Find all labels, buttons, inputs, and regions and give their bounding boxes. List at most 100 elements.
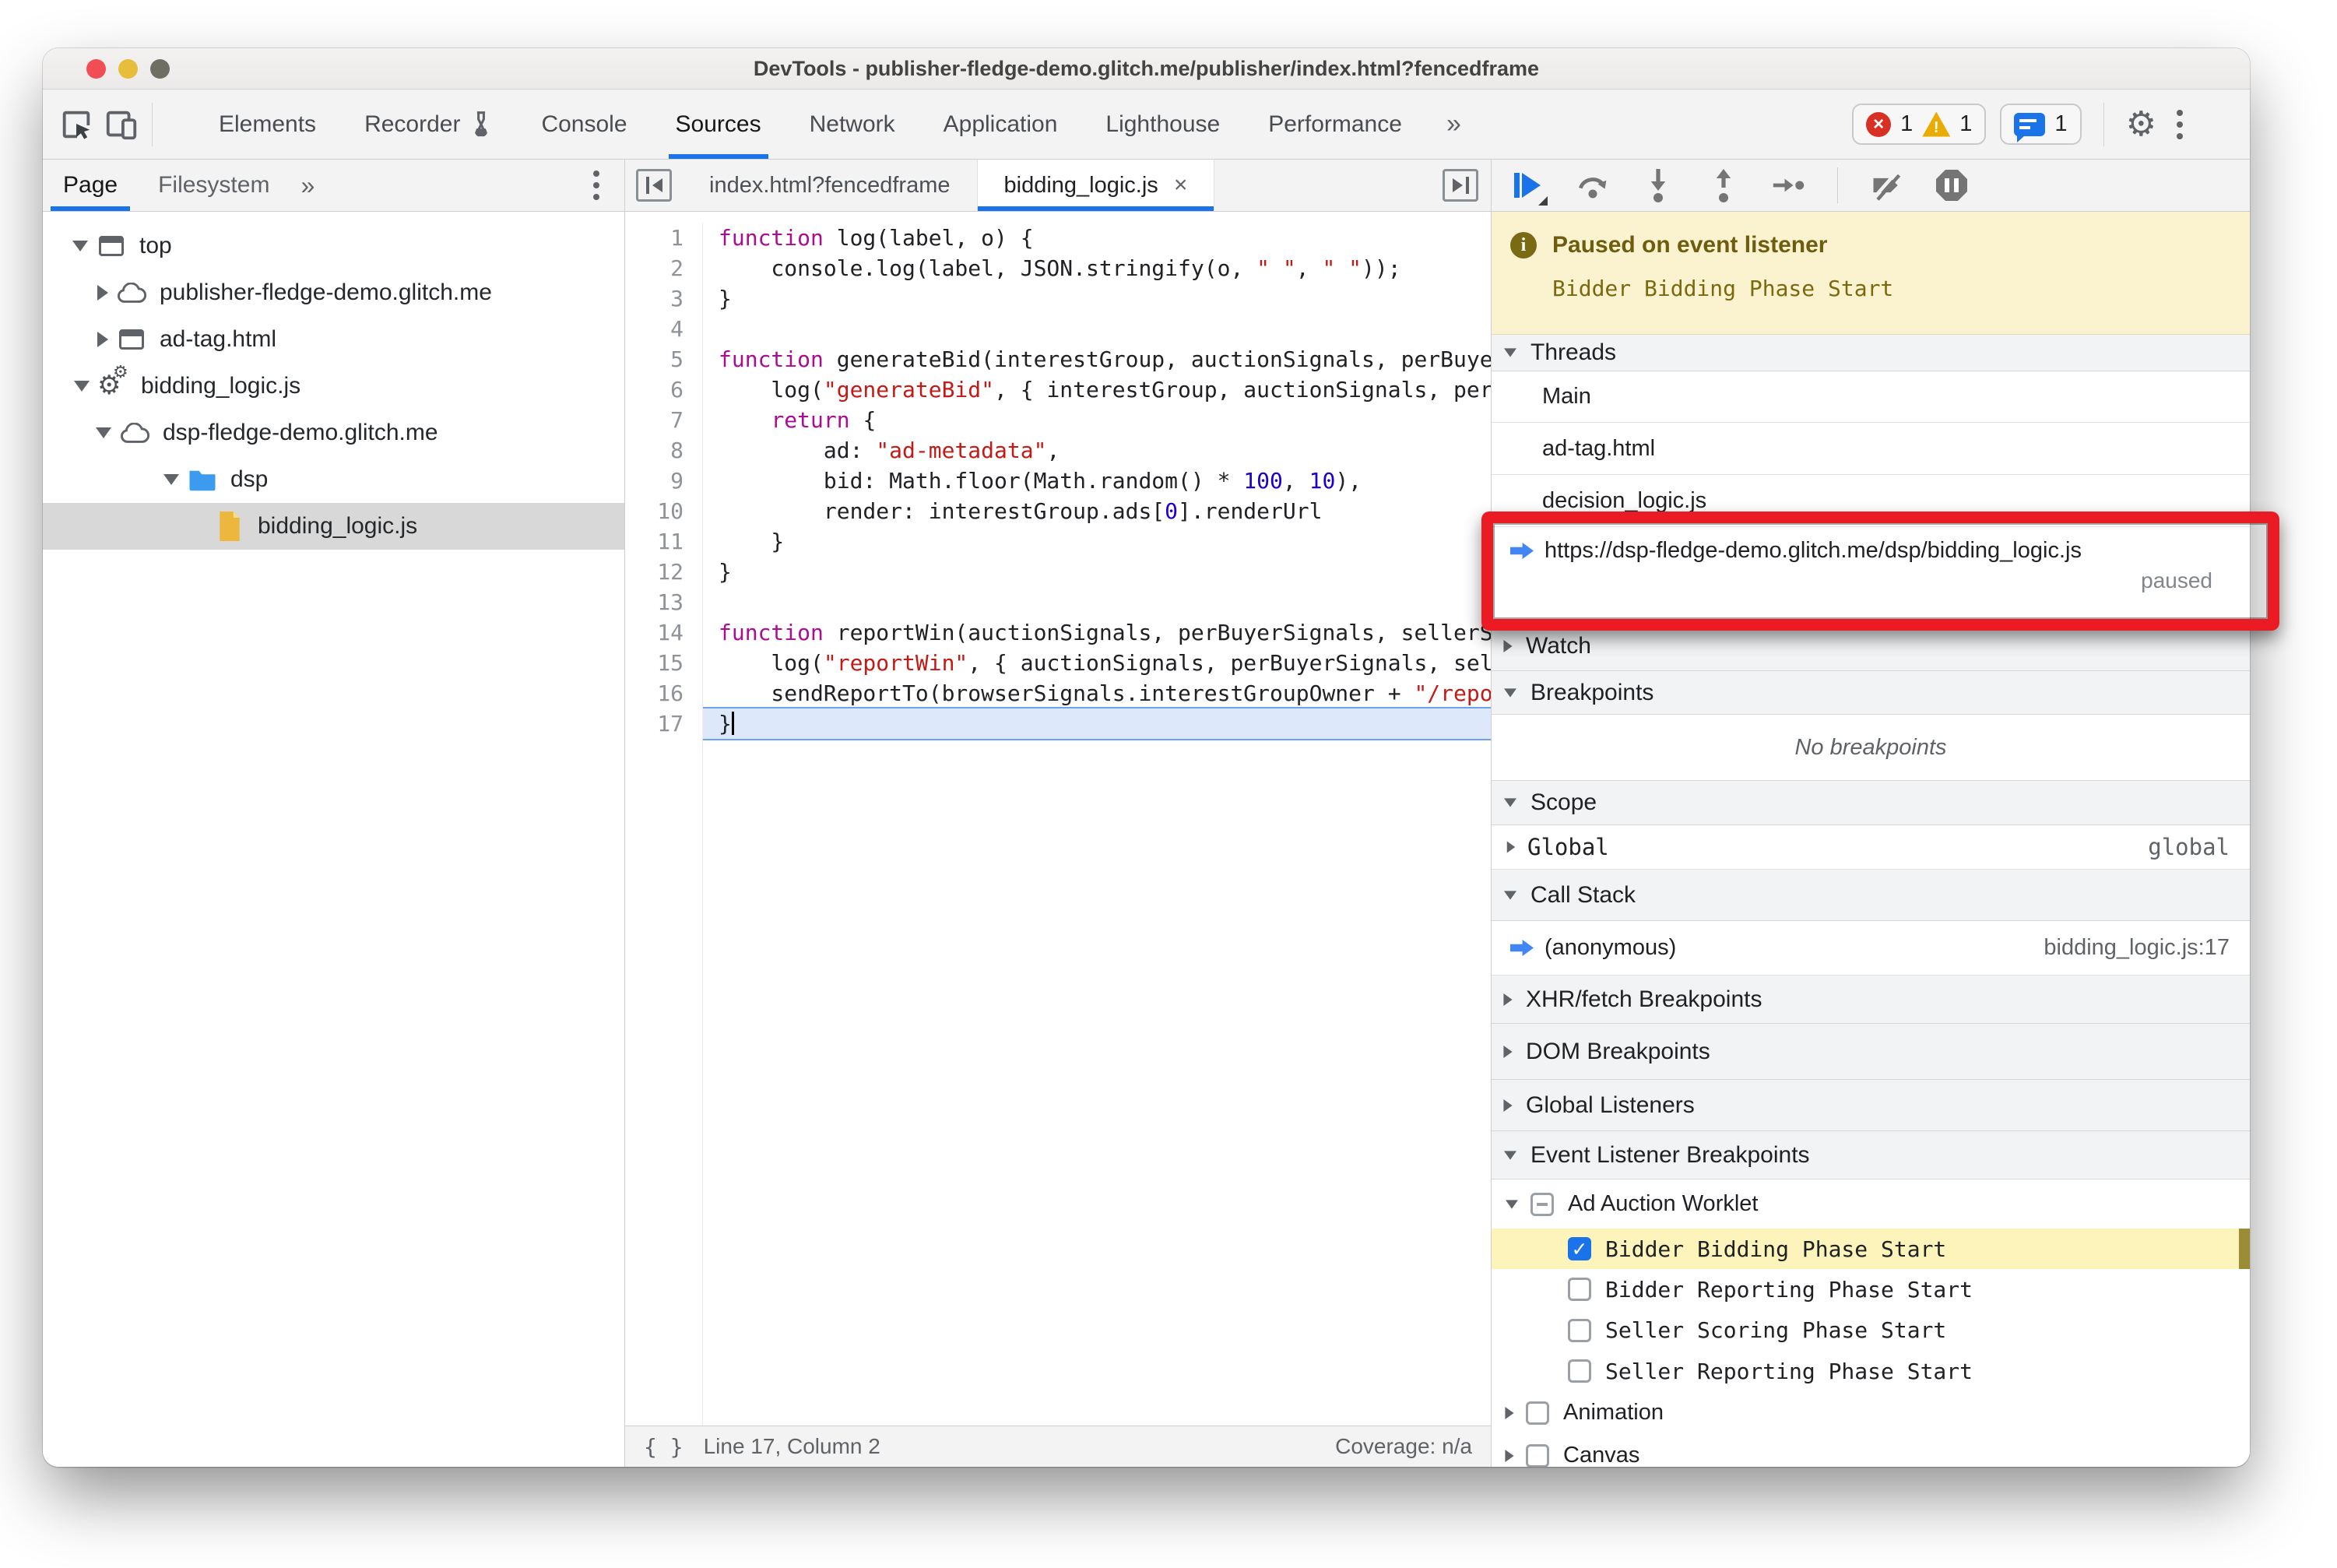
scope-section-header[interactable]: Scope: [1492, 781, 2250, 825]
line-number[interactable]: 7: [625, 405, 684, 435]
line-number[interactable]: 2: [625, 253, 684, 283]
xhr-breakpoints-section-header[interactable]: XHR/fetch Breakpoints: [1492, 976, 2250, 1024]
global-listeners-section-header[interactable]: Global Listeners: [1492, 1080, 2250, 1131]
thread-item-decision-logic[interactable]: decision_logic.js: [1492, 475, 2250, 527]
collapsed-caret-icon[interactable]: [97, 332, 108, 347]
expanded-caret-icon[interactable]: [96, 427, 111, 438]
call-stack-frame[interactable]: (anonymous) bidding_logic.js:17: [1492, 921, 2250, 976]
unchecked-checkbox-icon[interactable]: [1568, 1278, 1591, 1301]
elb-group-ad-auction-worklet[interactable]: Ad Auction Worklet: [1492, 1180, 2250, 1229]
code-line[interactable]: log("reportWin", { auctionSignals, perBu…: [719, 648, 1491, 678]
tree-item-top[interactable]: top: [43, 223, 624, 269]
unchecked-checkbox-icon[interactable]: [1526, 1401, 1549, 1425]
watch-section-header[interactable]: Watch: [1492, 621, 2250, 671]
breakpoints-section-header[interactable]: Breakpoints: [1492, 671, 2250, 715]
messages-badge[interactable]: 1: [2000, 104, 2082, 145]
tab-network[interactable]: Network: [785, 90, 919, 159]
tab-lighthouse[interactable]: Lighthouse: [1081, 90, 1244, 159]
inspect-element-button[interactable]: [54, 101, 99, 148]
tree-item-dsp-folder[interactable]: dsp: [43, 456, 624, 503]
expanded-caret-icon[interactable]: [72, 241, 88, 251]
code-line[interactable]: [719, 314, 1491, 344]
code-line[interactable]: ad: "ad-metadata",: [719, 435, 1491, 466]
code-line[interactable]: function generateBid(interestGroup, auct…: [719, 344, 1491, 374]
elb-item-seller-scoring[interactable]: Seller Scoring Phase Start: [1492, 1310, 2250, 1351]
line-number[interactable]: 10: [625, 496, 684, 526]
event-listener-breakpoints-section-header[interactable]: Event Listener Breakpoints: [1492, 1131, 2250, 1180]
scope-global-row[interactable]: Global global: [1492, 825, 2250, 870]
pause-on-exceptions-button[interactable]: [1935, 168, 1969, 202]
code-line[interactable]: sendReportTo(browserSignals.interestGrou…: [719, 678, 1491, 708]
deactivate-breakpoints-button[interactable]: [1869, 168, 1903, 202]
code-line[interactable]: return {: [719, 405, 1491, 435]
navigator-tab-page[interactable]: Page: [43, 160, 138, 211]
line-number[interactable]: 14: [625, 617, 684, 648]
code-line-current[interactable]: }: [703, 707, 1491, 740]
thread-item-main[interactable]: Main: [1492, 371, 2250, 423]
collapsed-caret-icon[interactable]: [97, 285, 108, 301]
line-number[interactable]: 3: [625, 283, 684, 314]
unchecked-checkbox-icon[interactable]: [1568, 1359, 1591, 1383]
code-line[interactable]: }: [719, 526, 1491, 557]
next-tab-button[interactable]: [1443, 169, 1478, 202]
indeterminate-checkbox-icon[interactable]: [1530, 1192, 1554, 1216]
tab-sources[interactable]: Sources: [652, 90, 785, 159]
tree-item-bidding-logic-file[interactable]: bidding_logic.js: [43, 503, 624, 550]
close-tab-icon[interactable]: ×: [1174, 172, 1188, 199]
code-line[interactable]: }: [719, 283, 1491, 314]
line-number[interactable]: 1: [625, 223, 684, 253]
line-number[interactable]: 15: [625, 648, 684, 678]
tab-console[interactable]: Console: [517, 90, 651, 159]
elb-item-seller-reporting[interactable]: Seller Reporting Phase Start: [1492, 1351, 2250, 1391]
call-stack-section-header[interactable]: Call Stack: [1492, 870, 2250, 921]
line-number[interactable]: 12: [625, 557, 684, 587]
tree-item-publisher-domain[interactable]: publisher-fledge-demo.glitch.me: [43, 269, 624, 316]
code-line[interactable]: }: [719, 557, 1491, 587]
more-tabs-chevron-icon[interactable]: »: [1426, 109, 1481, 139]
navigator-kebab-icon[interactable]: [587, 171, 606, 200]
tab-application[interactable]: Application: [919, 90, 1082, 159]
unchecked-checkbox-icon[interactable]: [1568, 1318, 1591, 1342]
step-into-button[interactable]: [1641, 168, 1675, 202]
editor-tab-index-html[interactable]: index.html?fencedframe: [683, 160, 978, 211]
line-number[interactable]: 9: [625, 466, 684, 496]
code-line[interactable]: function reportWin(auctionSignals, perBu…: [719, 617, 1491, 648]
line-number[interactable]: 16: [625, 678, 684, 708]
code-line[interactable]: [719, 587, 1491, 617]
elb-item-bidder-reporting[interactable]: Bidder Reporting Phase Start: [1492, 1269, 2250, 1310]
code-area[interactable]: 1 2 3 4 5 6 7 8 9 10 11 12 13 14 15 16 17 function log(l…: [625, 212, 1491, 1426]
issues-badge[interactable]: × 1 ! 1: [1852, 104, 1987, 145]
pretty-print-icon[interactable]: { }: [644, 1434, 684, 1460]
elb-group-canvas[interactable]: Canvas: [1492, 1434, 2250, 1467]
line-number[interactable]: 13: [625, 587, 684, 617]
tab-elements[interactable]: Elements: [195, 90, 340, 159]
collapsed-caret-icon[interactable]: [1505, 1406, 1514, 1419]
code-line[interactable]: bid: Math.floor(Math.random() * 100, 10)…: [719, 466, 1491, 496]
navigator-tab-filesystem[interactable]: Filesystem: [138, 160, 290, 211]
line-number[interactable]: 8: [625, 435, 684, 466]
expanded-caret-icon[interactable]: [163, 474, 179, 485]
expanded-caret-icon[interactable]: [74, 381, 90, 392]
code-line[interactable]: log("generateBid", { interestGroup, auct…: [719, 374, 1491, 405]
editor-tab-bidding-logic[interactable]: bidding_logic.js ×: [977, 160, 1215, 211]
code-line[interactable]: render: interestGroup.ads[0].renderUrl: [719, 496, 1491, 526]
tree-item-dsp-domain[interactable]: dsp-fledge-demo.glitch.me: [43, 410, 624, 456]
checked-checkbox-icon[interactable]: [1568, 1237, 1591, 1260]
expanded-caret-icon[interactable]: [1506, 1199, 1518, 1209]
settings-gear-icon[interactable]: ⚙: [2126, 107, 2156, 142]
elb-item-bidder-bidding[interactable]: Bidder Bidding Phase Start: [1492, 1229, 2250, 1269]
main-menu-kebab-icon[interactable]: [2170, 109, 2189, 139]
tree-item-bidding-logic-worklet[interactable]: ⚙ ⚙ bidding_logic.js: [43, 363, 624, 410]
code-line[interactable]: function log(label, o) {: [719, 223, 1491, 253]
threads-section-header[interactable]: Threads: [1492, 335, 2250, 371]
resume-script-button[interactable]: [1510, 168, 1548, 206]
navigator-more-tabs-chevron-icon[interactable]: »: [290, 171, 325, 200]
thread-item-bidding-logic-paused[interactable]: https://dsp-fledge-demo.glitch.me/dsp/bi…: [1492, 527, 2250, 621]
tab-performance[interactable]: Performance: [1244, 90, 1426, 159]
thread-item-ad-tag[interactable]: ad-tag.html: [1492, 423, 2250, 475]
step-button[interactable]: [1772, 168, 1806, 202]
tree-item-ad-tag[interactable]: ad-tag.html: [43, 316, 624, 363]
dom-breakpoints-section-header[interactable]: DOM Breakpoints: [1492, 1024, 2250, 1080]
line-number[interactable]: 6: [625, 374, 684, 405]
step-over-button[interactable]: [1576, 168, 1610, 202]
